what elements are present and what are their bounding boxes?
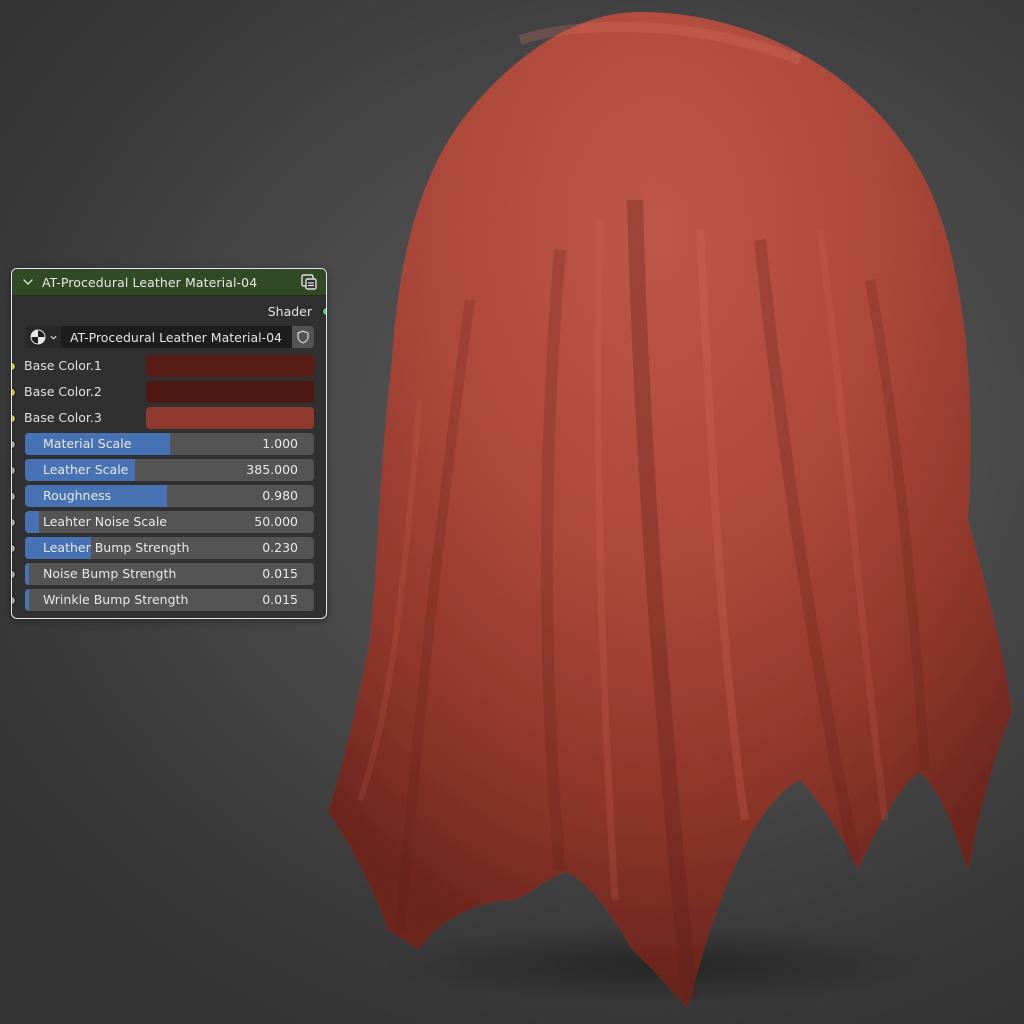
node-title: AT-Procedural Leather Material-04 xyxy=(42,274,258,290)
color-input-socket[interactable] xyxy=(12,362,16,371)
material-name-field[interactable]: AT-Procedural Leather Material-04 xyxy=(62,326,292,348)
value-input-socket[interactable] xyxy=(12,544,16,553)
slider-value: 385.000 xyxy=(246,462,298,477)
value-slider[interactable]: Leather Scale 385.000 xyxy=(25,459,314,481)
slider-value: 0.015 xyxy=(262,566,298,581)
value-input-socket[interactable] xyxy=(12,596,16,605)
value-input-row: Wrinkle Bump Strength 0.015 xyxy=(12,589,326,611)
slider-fill xyxy=(25,589,30,611)
value-slider[interactable]: Material Scale 1.000 xyxy=(25,433,314,455)
color-swatch[interactable] xyxy=(146,381,314,403)
fake-user-button[interactable] xyxy=(292,326,314,348)
color-input-row: Base Color.2 xyxy=(12,381,326,403)
value-input-row: Roughness 0.980 xyxy=(12,485,326,507)
color-input-label: Base Color.2 xyxy=(24,384,102,399)
slider-fill xyxy=(25,563,30,585)
material-type-dropdown[interactable] xyxy=(25,326,62,348)
color-input-socket[interactable] xyxy=(12,414,16,423)
color-swatch[interactable] xyxy=(146,407,314,429)
material-sphere-icon xyxy=(30,329,45,345)
material-selector[interactable]: AT-Procedural Leather Material-04 xyxy=(25,326,314,348)
value-input-socket[interactable] xyxy=(12,466,16,475)
shader-node[interactable]: AT-Procedural Leather Material-04 Shader… xyxy=(11,268,327,619)
slider-label: Wrinkle Bump Strength xyxy=(43,592,189,607)
value-input-row: Leather Scale 385.000 xyxy=(12,459,326,481)
shader-output-socket[interactable] xyxy=(322,307,326,316)
slider-label: Roughness xyxy=(43,488,112,503)
slider-fill xyxy=(25,511,40,533)
slider-value: 0.980 xyxy=(262,488,298,503)
slider-label: Leather Scale xyxy=(43,462,129,477)
slider-label: Leahter Noise Scale xyxy=(43,514,167,529)
value-input-socket[interactable] xyxy=(12,440,16,449)
shader-output-label: Shader xyxy=(267,304,312,319)
chevron-down-icon xyxy=(49,335,57,340)
color-swatch[interactable] xyxy=(146,355,314,377)
slider-label: Noise Bump Strength xyxy=(43,566,177,581)
value-input-row: Material Scale 1.000 xyxy=(12,433,326,455)
value-input-row: Leather Bump Strength 0.230 xyxy=(12,537,326,559)
value-slider[interactable]: Noise Bump Strength 0.015 xyxy=(25,563,314,585)
slider-label: Leather Bump Strength xyxy=(43,540,190,555)
value-input-row: Noise Bump Strength 0.015 xyxy=(12,563,326,585)
value-slider[interactable]: Leahter Noise Scale 50.000 xyxy=(25,511,314,533)
value-input-row: Leahter Noise Scale 50.000 xyxy=(12,511,326,533)
slider-value: 0.015 xyxy=(262,592,298,607)
value-slider[interactable]: Wrinkle Bump Strength 0.015 xyxy=(25,589,314,611)
node-group-icon[interactable] xyxy=(300,273,318,291)
shader-output-row: Shader xyxy=(12,303,326,321)
color-input-row: Base Color.3 xyxy=(12,407,326,429)
color-input-label: Base Color.1 xyxy=(24,358,102,373)
value-input-socket[interactable] xyxy=(12,492,16,501)
value-input-socket[interactable] xyxy=(12,518,16,527)
color-input-label: Base Color.3 xyxy=(24,410,102,425)
shield-icon xyxy=(297,330,309,344)
value-input-socket[interactable] xyxy=(12,570,16,579)
chevron-down-icon[interactable] xyxy=(21,275,35,289)
slider-value: 1.000 xyxy=(262,436,298,451)
slider-value: 50.000 xyxy=(254,514,298,529)
slider-label: Material Scale xyxy=(43,436,132,451)
value-slider[interactable]: Roughness 0.980 xyxy=(25,485,314,507)
slider-value: 0.230 xyxy=(262,540,298,555)
color-input-row: Base Color.1 xyxy=(12,355,326,377)
node-header[interactable]: AT-Procedural Leather Material-04 xyxy=(12,269,326,296)
color-input-socket[interactable] xyxy=(12,388,16,397)
value-slider[interactable]: Leather Bump Strength 0.230 xyxy=(25,537,314,559)
